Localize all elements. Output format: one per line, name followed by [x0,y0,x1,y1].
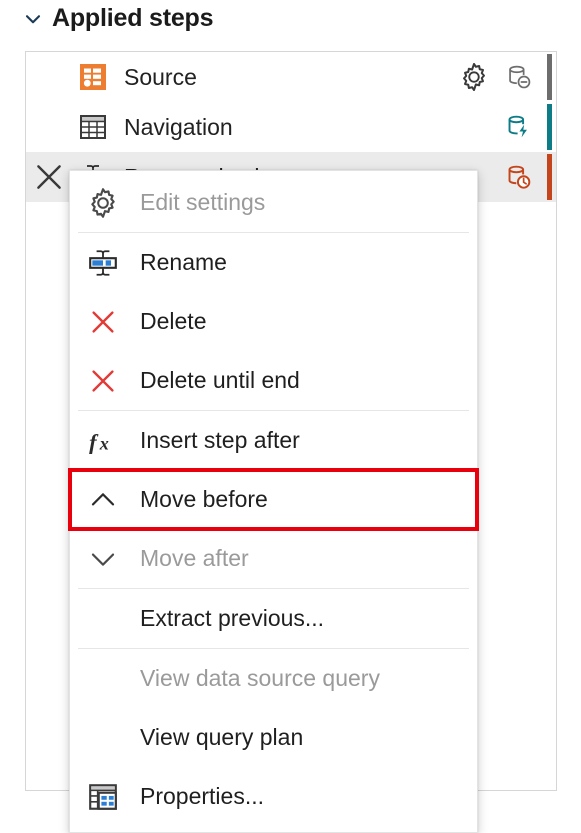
menu-item-delete-until-end[interactable]: Delete until end [70,351,477,410]
page-title: Applied steps [52,4,214,32]
svg-text:f: f [89,429,99,454]
menu-item-label: Properties... [140,783,264,809]
chevron-up-icon [84,481,122,519]
fold-status-bar [547,54,552,100]
no-icon [84,600,122,638]
menu-item-label: Move after [140,545,249,571]
step-context-menu: Edit settings Rename Delete Delete until… [68,170,479,833]
menu-item-label: View data source query [140,665,380,691]
step-row[interactable]: Navigation [26,102,556,152]
menu-item-extract-previous[interactable]: Extract previous... [70,589,477,648]
rename-icon [84,244,122,282]
step-row-actions [503,154,552,200]
table-icon [76,110,110,144]
step-row-actions [457,54,552,100]
chevron-down-icon [84,540,122,578]
database-lightning-icon[interactable] [503,111,535,143]
properties-icon [84,778,122,816]
menu-item-label: Delete until end [140,367,300,393]
menu-item-move-before[interactable]: Move before [68,468,479,531]
menu-item-label: Rename [140,249,227,275]
menu-item-label: View query plan [140,724,304,750]
menu-item-move-after[interactable]: Move after [70,529,477,588]
svg-text:x: x [99,433,109,453]
menu-item-delete[interactable]: Delete [70,292,477,351]
menu-item-label: Insert step after [140,427,300,453]
fold-status-bar [547,104,552,150]
menu-item-label: Edit settings [140,189,266,215]
menu-item-edit-settings[interactable]: Edit settings [70,173,477,232]
database-minus-icon[interactable] [503,61,535,93]
no-icon [84,660,122,698]
menu-item-view-data-source-query[interactable]: View data source query [70,649,477,708]
delete-x-icon [84,362,122,400]
applied-steps-header[interactable]: Applied steps [24,4,214,32]
step-label: Navigation [124,113,233,140]
menu-item-insert-step-after[interactable]: f x Insert step after [70,411,477,470]
no-icon [84,719,122,757]
step-row-actions [503,104,552,150]
fold-status-bar [547,154,552,200]
source-icon [76,60,110,94]
step-label: Source [124,63,197,90]
menu-item-rename[interactable]: Rename [70,233,477,292]
menu-item-label: Move before [140,486,268,512]
gear-icon [84,184,122,222]
menu-item-properties[interactable]: Properties... [70,767,477,826]
gear-icon[interactable] [457,60,491,94]
fx-icon: f x [84,422,122,460]
step-row[interactable]: Source [26,52,556,102]
menu-item-label: Extract previous... [140,605,325,631]
close-x-icon[interactable] [26,160,72,194]
delete-x-icon [84,303,122,341]
chevron-down-icon[interactable] [24,10,42,28]
database-clock-icon[interactable] [503,161,535,193]
menu-item-view-query-plan[interactable]: View query plan [70,708,477,767]
menu-item-label: Delete [140,308,207,334]
